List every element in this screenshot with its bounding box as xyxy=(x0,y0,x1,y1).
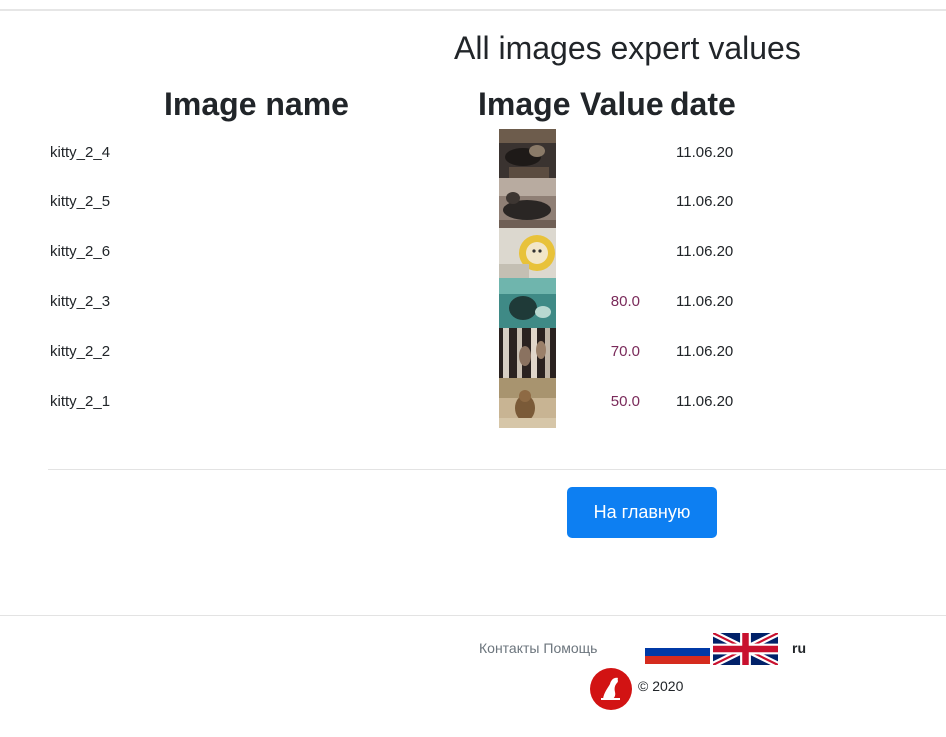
image-thumbnail[interactable] xyxy=(499,178,556,228)
table-row: kitty_2_5 11.06.20 xyxy=(0,178,946,228)
value-cell: 80.0 xyxy=(610,293,640,310)
image-thumbnail[interactable] xyxy=(499,278,556,328)
language-indicator[interactable]: ru xyxy=(792,640,806,656)
copyright-text: © 2020 xyxy=(638,678,684,694)
date-cell: 11.06.20 xyxy=(676,243,734,260)
table-row: kitty_2_6 11.06.20 xyxy=(0,228,946,278)
table-row: kitty_2_4 11.06.20 xyxy=(0,129,946,179)
footer-divider xyxy=(0,615,946,616)
header-date: date xyxy=(670,86,736,122)
value-cell: 50.0 xyxy=(610,393,640,410)
image-thumbnail[interactable] xyxy=(499,378,556,428)
image-name-cell: kitty_2_1 xyxy=(50,393,111,410)
russian-flag-icon[interactable] xyxy=(645,640,710,664)
date-cell: 11.06.20 xyxy=(676,293,734,310)
help-link[interactable]: Помощь xyxy=(543,640,597,656)
header-value: Value xyxy=(580,86,664,122)
header-image-name: Image name xyxy=(164,86,349,122)
date-cell: 11.06.20 xyxy=(676,393,734,410)
footer-links: Контакты Помощь xyxy=(479,640,597,656)
table-row: kitty_2_2 70.0 11.06.20 xyxy=(0,328,946,378)
uk-flag-icon[interactable] xyxy=(713,633,778,665)
image-name-cell: kitty_2_3 xyxy=(50,293,111,310)
date-cell: 11.06.20 xyxy=(676,193,734,210)
date-cell: 11.06.20 xyxy=(676,343,734,360)
top-divider xyxy=(0,9,946,11)
table-row: kitty_2_1 50.0 11.06.20 xyxy=(0,378,946,428)
image-name-cell: kitty_2_6 xyxy=(50,243,111,260)
page-title: All images expert values xyxy=(454,30,801,66)
image-thumbnail[interactable] xyxy=(499,129,556,179)
logo-icon xyxy=(590,668,632,710)
home-button[interactable]: На главную xyxy=(567,487,717,538)
image-name-cell: kitty_2_5 xyxy=(50,193,111,210)
image-name-cell: kitty_2_2 xyxy=(50,343,111,360)
header-image: Image xyxy=(478,86,571,122)
date-cell: 11.06.20 xyxy=(676,144,734,161)
table-row: kitty_2_3 80.0 11.06.20 xyxy=(0,278,946,328)
value-cell: 70.0 xyxy=(610,343,640,360)
contacts-link[interactable]: Контакты xyxy=(479,640,539,656)
image-name-cell: kitty_2_4 xyxy=(50,144,111,161)
image-thumbnail[interactable] xyxy=(499,328,556,378)
content-divider xyxy=(48,469,946,470)
image-thumbnail[interactable] xyxy=(499,228,556,278)
